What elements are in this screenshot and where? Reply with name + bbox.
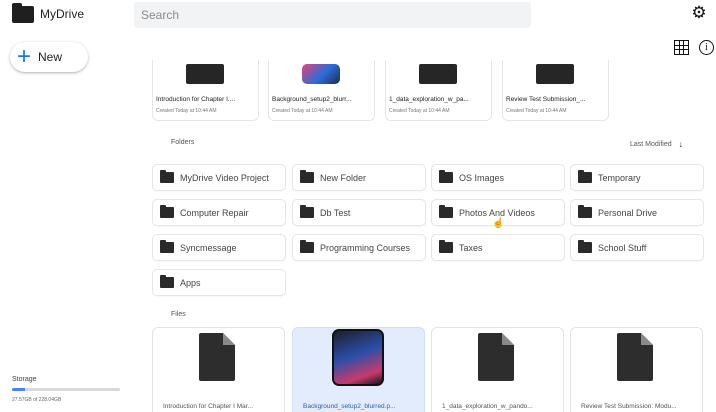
storage-progress-bar [12, 388, 120, 391]
folder-item[interactable]: School Stuff [570, 234, 704, 261]
recent-card-name: Background_setup2_blurr... [272, 96, 352, 103]
app-title: MyDrive [40, 7, 84, 21]
folder-icon [160, 275, 174, 288]
document-icon [199, 333, 235, 381]
recent-card-meta: Created Today at 10:44 AM [156, 108, 217, 114]
folder-item[interactable]: Syncmessage [152, 234, 286, 261]
recent-card[interactable]: Review Test Submission_... Created Today… [502, 60, 609, 121]
folder-item[interactable]: Taxes [431, 234, 565, 261]
folder-item[interactable]: Personal Drive [570, 199, 704, 226]
document-thumbnail [536, 64, 574, 84]
file-card[interactable]: 1_data_exploration_w_pando... [431, 327, 564, 412]
document-icon [617, 333, 653, 381]
storage-progress-fill [12, 388, 25, 391]
search-bar[interactable] [134, 2, 531, 28]
folder-name: New Folder [320, 172, 367, 183]
recent-card[interactable]: Introduction for Chapter I.... Created T… [152, 60, 259, 121]
file-card[interactable]: Review Test Submission: Modu... [570, 327, 703, 412]
folders-heading: Folders [171, 139, 195, 146]
recent-card[interactable]: 1_data_exploration_w_pa... Created Today… [385, 60, 492, 121]
image-thumbnail [332, 329, 384, 386]
recent-card-name: 1_data_exploration_w_pa... [389, 96, 469, 103]
folder-item[interactable]: New Folder [292, 164, 426, 191]
folder-item[interactable]: Temporary [570, 164, 704, 191]
folder-name: OS Images [459, 172, 505, 183]
folder-item[interactable]: Db Test [292, 199, 426, 226]
info-icon[interactable]: i [699, 40, 714, 55]
file-card-selected[interactable]: Background_setup2_blurred.p... [292, 327, 425, 412]
file-card[interactable]: Introduction for Chapter I Mar... [152, 327, 285, 412]
document-thumbnail [419, 64, 457, 84]
storage-usage-text: 27.57GB of 228.04GB [12, 397, 62, 403]
file-name: Introduction for Chapter I Mar... [163, 403, 253, 410]
folder-name: Syncmessage [180, 242, 237, 253]
folder-icon [578, 205, 592, 218]
arrow-down-icon: ↓ [678, 139, 684, 149]
folder-icon [300, 240, 314, 253]
document-thumbnail [186, 64, 224, 84]
recent-card-name: Review Test Submission_... [506, 96, 586, 103]
folder-icon [160, 205, 174, 218]
folder-name: Temporary [598, 172, 641, 183]
document-icon [478, 333, 514, 381]
folder-name: Db Test [320, 207, 351, 218]
folder-icon [578, 240, 592, 253]
file-name: Review Test Submission: Modu... [581, 403, 677, 410]
folder-icon [160, 170, 174, 183]
sort-control[interactable]: Last Modified ↓ [630, 139, 683, 149]
folder-icon [439, 170, 453, 183]
folder-icon [300, 170, 314, 183]
pointer-cursor-icon: ☝ [492, 218, 505, 229]
folder-name: School Stuff [598, 242, 647, 253]
image-thumbnail [302, 64, 340, 84]
file-name: 1_data_exploration_w_pando... [442, 403, 533, 410]
recent-card-name: Introduction for Chapter I.... [156, 96, 236, 103]
folder-icon [439, 240, 453, 253]
folder-name: Photos And Videos [459, 207, 535, 218]
folder-item[interactable]: Computer Repair [152, 199, 286, 226]
folder-icon [578, 170, 592, 183]
folder-name: Programming Courses [320, 242, 411, 253]
folder-logo-icon [12, 2, 34, 23]
folder-item[interactable]: MyDrive Video Project [152, 164, 286, 191]
folder-name: MyDrive Video Project [180, 172, 269, 183]
search-input[interactable] [141, 8, 531, 22]
folder-icon [300, 205, 314, 218]
folder-name: Apps [180, 277, 201, 288]
recent-card-meta: Created Today at 10:44 AM [389, 108, 450, 114]
app-logo[interactable]: MyDrive [12, 2, 84, 24]
storage-title: Storage [12, 376, 37, 383]
folder-icon [439, 205, 453, 218]
file-name: Background_setup2_blurred.p... [303, 403, 396, 410]
sort-label: Last Modified [630, 140, 672, 148]
recent-card[interactable]: Background_setup2_blurr... Created Today… [268, 60, 375, 121]
plus-icon: + [17, 43, 32, 70]
folder-name: Computer Repair [180, 207, 249, 218]
recent-card-meta: Created Today at 10:44 AM [506, 108, 567, 114]
folder-icon [160, 240, 174, 253]
new-button[interactable]: + New [10, 42, 88, 72]
gear-icon[interactable]: ⚙ [690, 4, 708, 22]
folder-item[interactable]: Apps [152, 269, 286, 296]
folder-item[interactable]: OS Images [431, 164, 565, 191]
recent-card-meta: Created Today at 10:44 AM [272, 108, 333, 114]
folder-name: Personal Drive [598, 207, 658, 218]
new-button-label: New [38, 50, 63, 64]
folder-item[interactable]: Programming Courses [292, 234, 426, 261]
folder-name: Taxes [459, 242, 483, 253]
grid-view-icon[interactable] [674, 40, 689, 55]
files-heading: Files [171, 311, 186, 318]
storage-panel: Storage 27.57GB of 228.04GB [12, 376, 130, 403]
